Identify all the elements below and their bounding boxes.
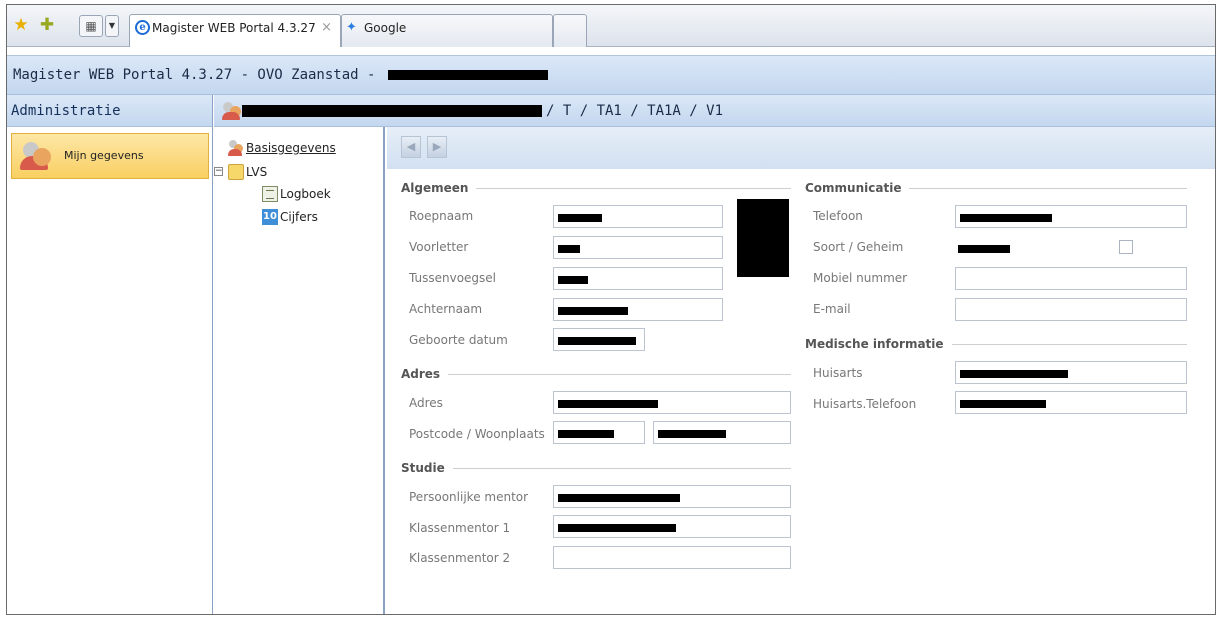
users-icon	[228, 140, 244, 156]
tree-item-label: Logboek	[280, 187, 331, 201]
field-label: Telefoon	[813, 209, 863, 223]
app-title-bar: Magister WEB Portal 4.3.27 - OVO Zaansta…	[7, 55, 1215, 95]
field-label: Roepnaam	[409, 209, 474, 223]
details-form: Algemeen Roepnaam Voorletter Tussenvoegs…	[387, 169, 1215, 614]
field-label: Achternaam	[409, 302, 483, 316]
field-label: Adres	[409, 396, 443, 410]
section-adres: Adres	[401, 367, 791, 381]
users-icon	[20, 140, 54, 172]
klassenmentor-1-field[interactable]	[553, 515, 791, 538]
tab-list-dropdown-icon[interactable]: ▼	[105, 15, 119, 37]
browser-tab-bar: ★ ✚ ▦ ▼ e Magister WEB Portal 4.3.27 × ✦…	[7, 5, 1215, 47]
adres-field[interactable]	[553, 391, 791, 414]
postcode-field[interactable]	[553, 421, 645, 444]
field-label: Huisarts	[813, 366, 863, 380]
next-record-button[interactable]: ▶	[427, 136, 447, 158]
grades-icon: 10	[262, 209, 278, 225]
roepnaam-field[interactable]	[553, 205, 723, 228]
section-title: Medische informatie	[805, 337, 952, 351]
quick-tabs-icon[interactable]: ▦	[79, 15, 103, 37]
record-navigation-bar: ◀ ▶	[387, 127, 1215, 169]
browser-tab-magister[interactable]: e Magister WEB Portal 4.3.27 ×	[129, 14, 341, 47]
geheim-checkbox[interactable]	[1119, 240, 1133, 254]
left-navigation-pane: Administratie Mijn gegevens	[7, 95, 213, 614]
section-medische-informatie: Medische informatie	[805, 337, 1187, 351]
sidebar-item-label: Mijn gegevens	[64, 149, 144, 162]
previous-record-button[interactable]: ◀	[401, 136, 421, 158]
mobiel-nummer-field[interactable]	[955, 267, 1187, 290]
student-photo-redacted	[737, 199, 789, 277]
record-path: / T / TA1 / TA1A / V1	[546, 103, 724, 119]
field-label: Postcode / Woonplaats	[409, 427, 545, 441]
field-label: Tussenvoegsel	[409, 271, 497, 285]
voorletter-field[interactable]	[553, 236, 723, 259]
browser-tab-label: Magister WEB Portal 4.3.27	[152, 21, 316, 35]
soort-field[interactable]	[953, 236, 1103, 259]
email-field[interactable]	[955, 298, 1187, 321]
huisarts-field[interactable]	[955, 361, 1187, 384]
section-communicatie: Communicatie	[805, 181, 1187, 195]
section-title: Adres	[401, 367, 449, 381]
geboorte-datum-field[interactable]	[553, 328, 645, 351]
tree-item-label: Cijfers	[280, 210, 318, 224]
browser-tab-label: Google	[364, 21, 407, 35]
folder-icon	[228, 164, 244, 180]
tree-item-label: LVS	[246, 165, 268, 179]
tussenvoegsel-field[interactable]	[553, 267, 723, 290]
field-label: Soort / Geheim	[813, 240, 904, 254]
browser-window: ★ ✚ ▦ ▼ e Magister WEB Portal 4.3.27 × ✦…	[6, 4, 1216, 615]
tree-item-label: Basisgegevens	[246, 141, 336, 155]
field-label: Geboorte datum	[409, 333, 508, 347]
field-label: E-mail	[813, 302, 851, 316]
google-icon: ✦	[346, 20, 357, 35]
field-label: Huisarts.Telefoon	[813, 397, 917, 411]
favorites-star-icon[interactable]: ★	[11, 15, 31, 35]
browser-tab-google[interactable]: ✦ Google	[341, 14, 553, 47]
ie-icon: e	[135, 20, 150, 35]
section-title: Communicatie	[805, 181, 910, 195]
huisarts-telefoon-field[interactable]	[955, 391, 1187, 414]
new-tab-button[interactable]	[553, 14, 587, 47]
achternaam-field[interactable]	[553, 298, 723, 321]
redacted-name	[387, 70, 548, 80]
close-tab-icon[interactable]: ×	[321, 15, 332, 41]
field-label: Klassenmentor 2	[409, 551, 511, 565]
field-label: Voorletter	[409, 240, 469, 254]
field-label: Persoonlijke mentor	[409, 490, 529, 504]
section-title: Algemeen	[401, 181, 477, 195]
redacted-student-name	[242, 105, 542, 117]
field-label: Mobiel nummer	[813, 271, 908, 285]
telefoon-field[interactable]	[955, 205, 1187, 228]
field-label: Klassenmentor 1	[409, 521, 511, 535]
logbook-icon	[262, 186, 278, 202]
users-icon	[222, 101, 242, 121]
record-header: / T / TA1 / TA1A / V1	[214, 95, 1215, 127]
left-pane-header: Administratie	[7, 95, 212, 127]
klassenmentor-2-field[interactable]	[553, 546, 791, 569]
section-tree: Basisgegevens − LVS Logboek 10 Cijfers	[214, 127, 385, 614]
collapse-icon[interactable]: −	[214, 167, 223, 176]
sidebar-item-mijn-gegevens[interactable]: Mijn gegevens	[11, 133, 209, 179]
section-studie: Studie	[401, 461, 791, 475]
section-algemeen: Algemeen	[401, 181, 791, 195]
section-title: Studie	[401, 461, 453, 475]
woonplaats-field[interactable]	[653, 421, 791, 444]
app-title: Magister WEB Portal 4.3.27 - OVO Zaansta…	[13, 67, 376, 83]
add-favorite-icon[interactable]: ✚	[37, 15, 57, 35]
persoonlijke-mentor-field[interactable]	[553, 485, 791, 508]
